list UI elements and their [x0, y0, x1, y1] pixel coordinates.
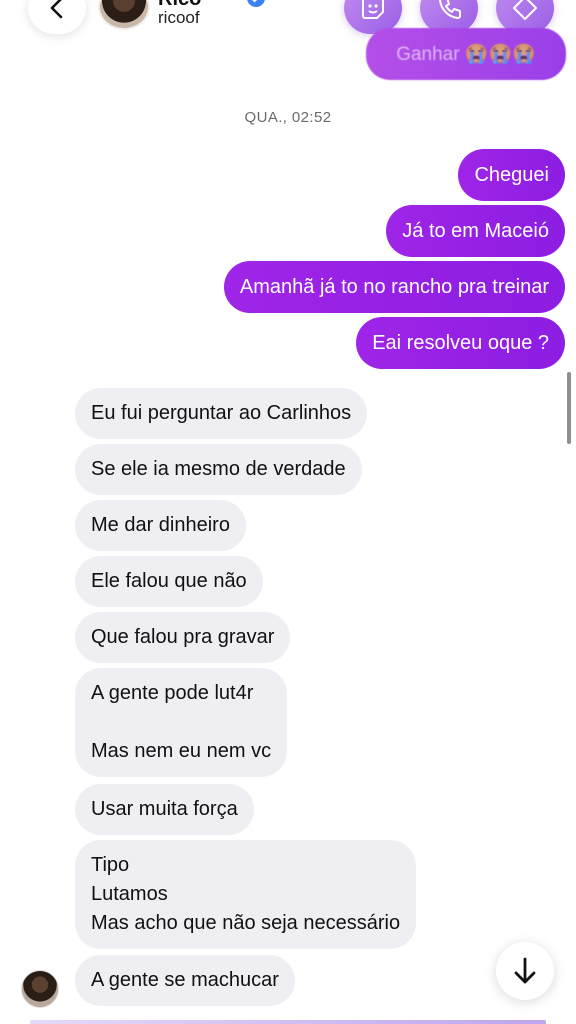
incoming-message[interactable]: Usar muita força — [75, 784, 254, 835]
sender-avatar[interactable] — [21, 970, 59, 1008]
chevron-left-icon — [50, 0, 63, 19]
pinned-message-preview[interactable]: Ganhar 😭😭😭 — [366, 28, 566, 80]
tag-icon — [513, 0, 537, 20]
outgoing-message[interactable]: Eai resolveu oque ? — [356, 317, 565, 369]
sticker-icon — [362, 0, 384, 19]
incoming-message[interactable]: Que falou pra gravar — [75, 612, 291, 663]
message-timestamp: QUA., 02:52 — [244, 109, 332, 126]
chat-header: Rico ricoof Ganhar 😭😭😭 — [0, 0, 576, 95]
outgoing-message[interactable]: Amanhã já to no rancho pra treinar — [223, 261, 565, 313]
incoming-message[interactable]: Me dar dinheiro — [75, 500, 246, 551]
composer-edge — [30, 1020, 546, 1024]
phone-icon — [439, 0, 461, 19]
contact-username[interactable]: ricoof — [158, 8, 200, 28]
arrow-down-icon — [514, 957, 536, 984]
scroll-to-bottom-button[interactable] — [496, 942, 554, 1000]
incoming-message[interactable]: Ele falou que não — [75, 556, 263, 607]
incoming-message[interactable]: Eu fui perguntar ao Carlinhos — [75, 388, 368, 439]
incoming-message[interactable]: A gente pode lut4r Mas nem eu nem vc — [75, 668, 288, 777]
incoming-message[interactable]: A gente se machucar — [75, 955, 295, 1006]
outgoing-message[interactable]: Cheguei — [458, 149, 565, 201]
incoming-message[interactable]: Se ele ia mesmo de verdade — [75, 444, 362, 495]
incoming-message[interactable]: Tipo Lutamos Mas acho que não seja neces… — [75, 840, 417, 949]
scrollbar[interactable] — [567, 372, 571, 444]
verified-badge-icon — [247, 0, 265, 7]
back-button[interactable] — [28, 0, 86, 34]
outgoing-message[interactable]: Já to em Maceió — [386, 205, 565, 257]
contact-avatar[interactable] — [98, 0, 150, 30]
